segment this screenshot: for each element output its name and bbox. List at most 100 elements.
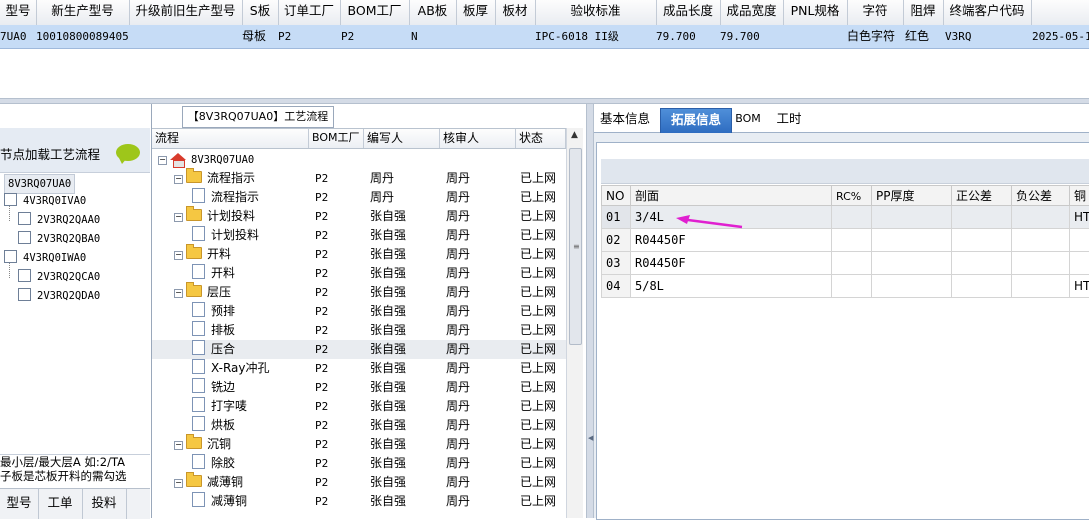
layer-cell[interactable]: [1012, 252, 1070, 275]
layer-cell[interactable]: [1012, 275, 1070, 298]
checkbox[interactable]: [18, 269, 31, 282]
tree-node-root[interactable]: 8V3RQ07UA0: [4, 174, 76, 194]
col-length[interactable]: 成品长度: [656, 0, 721, 25]
layer-cell[interactable]: [832, 275, 872, 298]
layer-copper[interactable]: HT: [1070, 206, 1089, 229]
collapse-icon[interactable]: −: [174, 213, 183, 222]
vertical-splitter[interactable]: ◀: [586, 104, 594, 518]
col-order-factory[interactable]: 订单工厂: [278, 0, 341, 25]
layer-cell[interactable]: [952, 206, 1012, 229]
collapse-icon[interactable]: −: [174, 251, 183, 260]
flow-row[interactable]: 排板 P2 张自强 周丹 已上网: [152, 321, 566, 340]
layer-cell[interactable]: [872, 229, 952, 252]
process-flow-scrollbar[interactable]: ▲ ≡: [566, 128, 583, 518]
col-bom-factory[interactable]: BOM工厂: [309, 129, 364, 148]
col-no[interactable]: NO: [601, 185, 631, 206]
tab-labor-hours[interactable]: 工时: [772, 108, 806, 132]
collapse-icon[interactable]: −: [174, 441, 183, 450]
flow-row[interactable]: − 流程指示 P2 周丹 周丹 已上网: [152, 168, 566, 188]
col-flow[interactable]: 流程: [152, 129, 309, 148]
col-old-model[interactable]: 升级前旧生产型号: [129, 0, 243, 25]
layer-cell[interactable]: [832, 229, 872, 252]
flow-row[interactable]: 铣边 P2 张自强 周丹 已上网: [152, 378, 566, 397]
flow-row[interactable]: 预排 P2 张自强 周丹 已上网: [152, 302, 566, 321]
checkbox[interactable]: [18, 288, 31, 301]
checkbox[interactable]: [4, 250, 17, 263]
col-ab-board[interactable]: AB板: [409, 0, 457, 25]
flow-row[interactable]: − 计划投料 P2 张自强 周丹 已上网: [152, 206, 566, 226]
col-pp-thickness[interactable]: PP厚度: [872, 185, 952, 206]
flow-row[interactable]: 压合 P2 张自强 周丹 已上网: [152, 340, 566, 359]
col-copper[interactable]: 铜: [1070, 185, 1089, 206]
col-reviewer[interactable]: 核审人: [440, 129, 516, 148]
tree-node[interactable]: 2V3RQ2QAA0: [18, 211, 100, 229]
collapse-icon[interactable]: −: [174, 175, 183, 184]
col-status[interactable]: 状态: [516, 129, 566, 148]
tree-node[interactable]: 4V3RQ0IWA0: [4, 249, 86, 267]
layer-row[interactable]: 03 R04450F: [601, 252, 1089, 275]
checkbox[interactable]: [18, 231, 31, 244]
col-standard[interactable]: 验收标准: [535, 0, 657, 25]
layer-copper[interactable]: [1070, 229, 1089, 252]
flow-row[interactable]: 开料 P2 张自强 周丹 已上网: [152, 264, 566, 283]
tree-node[interactable]: 2V3RQ2QDA0: [18, 287, 100, 305]
flow-row[interactable]: − 层压 P2 张自强 周丹 已上网: [152, 282, 566, 302]
tab-model[interactable]: 型号: [0, 489, 39, 519]
col-thickness[interactable]: 板厚: [456, 0, 496, 25]
collapse-icon[interactable]: −: [158, 156, 167, 165]
layer-section[interactable]: 5/8L: [631, 275, 832, 298]
col-section[interactable]: 剖面: [631, 185, 832, 206]
splitter-arrow-icon[interactable]: ◀: [588, 434, 593, 442]
col-width[interactable]: 成品宽度: [720, 0, 784, 25]
layer-cell[interactable]: [832, 206, 872, 229]
layer-cell[interactable]: [872, 252, 952, 275]
layer-cell[interactable]: [872, 275, 952, 298]
layer-cell[interactable]: [952, 229, 1012, 252]
layer-cell[interactable]: [1012, 206, 1070, 229]
flow-row[interactable]: − 减薄铜 P2 张自强 周丹 已上网: [152, 472, 566, 492]
collapse-icon[interactable]: −: [174, 289, 183, 298]
flow-row[interactable]: − 开料 P2 张自强 周丹 已上网: [152, 244, 566, 264]
tree-node[interactable]: 2V3RQ2QBA0: [18, 230, 100, 248]
layer-cell[interactable]: [952, 275, 1012, 298]
tab-bom[interactable]: BOM: [734, 108, 762, 132]
layer-cell[interactable]: [832, 252, 872, 275]
speech-bubble-icon[interactable]: [116, 144, 140, 164]
col-bom-factory[interactable]: BOM工厂: [340, 0, 410, 25]
tab-work-order[interactable]: 工单: [38, 489, 83, 519]
col-character[interactable]: 字符: [847, 0, 904, 25]
col-rc[interactable]: RC%: [832, 185, 872, 206]
col-solder[interactable]: 阻焊: [903, 0, 944, 25]
layer-section[interactable]: R04450F: [631, 252, 832, 275]
flow-row[interactable]: − 沉铜 P2 张自强 周丹 已上网: [152, 434, 566, 454]
scroll-thumb[interactable]: ≡: [569, 148, 582, 345]
tab-basic-info[interactable]: 基本信息: [596, 108, 654, 132]
flow-root-row[interactable]: − 8V3RQ07UA0: [152, 150, 566, 169]
tab-extended-info[interactable]: 拓展信息: [660, 108, 732, 133]
layer-no[interactable]: 03: [601, 252, 631, 275]
layer-no[interactable]: 02: [601, 229, 631, 252]
col-customer[interactable]: 终端客户代码: [943, 0, 1032, 25]
tab-feeding[interactable]: 投料: [82, 489, 127, 519]
col-writer[interactable]: 编写人: [364, 129, 440, 148]
scroll-up-icon[interactable]: ▲: [567, 128, 582, 143]
layer-cell[interactable]: [872, 206, 952, 229]
col-new-model[interactable]: 新生产型号: [36, 0, 130, 25]
layer-cell[interactable]: [1012, 229, 1070, 252]
tree-node[interactable]: 4V3RQ0IVA0: [4, 192, 86, 210]
tree-node[interactable]: 2V3RQ2QCA0: [18, 268, 100, 286]
col-pnl[interactable]: PNL规格: [783, 0, 848, 25]
flow-row[interactable]: X-Ray冲孔 P2 张自强 周丹 已上网: [152, 359, 566, 378]
col-negative-tolerance[interactable]: 负公差: [1012, 185, 1070, 206]
flow-row[interactable]: 减薄铜 P2 张自强 周丹 已上网: [152, 492, 566, 511]
layer-no[interactable]: 04: [601, 275, 631, 298]
col-positive-tolerance[interactable]: 正公差: [952, 185, 1012, 206]
checkbox[interactable]: [18, 212, 31, 225]
product-row[interactable]: 7UA0 10010800089405 母板 P2 P2 N IPC-6018 …: [0, 25, 1089, 49]
flow-row[interactable]: 流程指示 P2 周丹 周丹 已上网: [152, 188, 566, 207]
layer-row[interactable]: 04 5/8L HT: [601, 275, 1089, 298]
col-s-board[interactable]: S板: [242, 0, 279, 25]
flow-row[interactable]: 烘板 P2 张自强 周丹 已上网: [152, 416, 566, 435]
checkbox[interactable]: [4, 193, 17, 206]
flow-row[interactable]: 除胶 P2 张自强 周丹 已上网: [152, 454, 566, 473]
